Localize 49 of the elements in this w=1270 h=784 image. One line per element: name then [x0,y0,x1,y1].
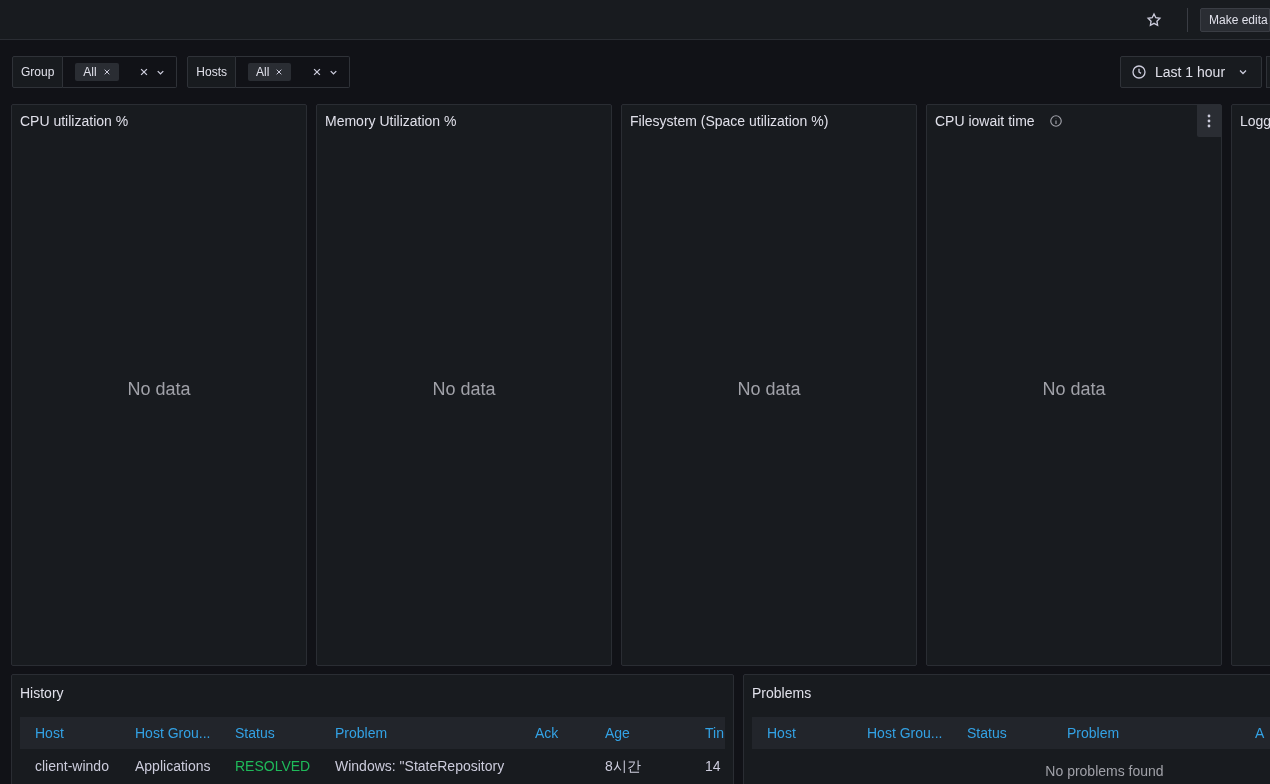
star-icon[interactable] [1146,11,1162,28]
column-header[interactable]: Ack [535,722,605,744]
column-header[interactable]: Host Grou... [867,722,967,744]
value-chip[interactable]: All [248,63,292,81]
clear-icon[interactable] [312,67,323,77]
column-header[interactable]: Host [35,722,135,744]
panel-title: Logg [1240,111,1270,131]
clear-icon[interactable] [139,67,150,77]
table-cell: client-windo [35,758,109,774]
remove-icon[interactable] [102,68,111,76]
filter-select[interactable]: All [63,56,178,88]
no-data-message: No data [1042,377,1106,401]
table-cell: 14 [705,758,721,774]
no-data-message: No data [127,377,191,401]
panel-title: CPU utilization % [20,111,129,131]
column-header[interactable]: Status [967,722,1067,744]
table-cell: Applications [135,758,211,774]
column-header[interactable]: Problem [335,722,535,744]
more-vertical-icon [1207,114,1211,128]
panel-title: CPU iowait time [935,111,1035,131]
filter-select[interactable]: All [236,56,351,88]
empty-message: No problems found [1045,762,1164,781]
table-cell: 8시간 [605,758,641,774]
no-data-message: No data [737,377,801,401]
clock-icon [1131,64,1147,80]
panel-title: Filesystem (Space utilization %) [630,111,829,131]
table-cell: RESOLVED [235,758,311,774]
column-header[interactable]: Host Grou... [135,722,235,744]
column-header[interactable]: Host [767,722,867,744]
chip-label: All [256,64,270,81]
column-header[interactable]: Tin [705,722,725,744]
column-header[interactable]: Problem [1067,722,1255,744]
panel-title: Memory Utilization % [325,111,457,131]
panel-title: Problems [752,683,812,703]
filter-label: Hosts [187,56,237,88]
panel-title: History [20,683,64,703]
column-header[interactable]: Age [605,722,705,744]
filter-label: Group [12,56,64,88]
no-data-message: No data [432,377,496,401]
info-icon[interactable] [1048,114,1063,128]
chip-label: All [83,64,97,81]
remove-icon[interactable] [275,68,284,76]
panel-menu-button[interactable] [1197,105,1221,137]
time-range-picker[interactable]: Last 1 hour [1120,56,1262,88]
column-header[interactable]: A [1255,722,1267,744]
column-header[interactable]: Status [235,722,335,744]
make-editable-button[interactable]: Make edita [1200,7,1270,32]
table-cell: Windows: "StateRepository [335,758,505,774]
value-chip[interactable]: All [75,63,119,81]
